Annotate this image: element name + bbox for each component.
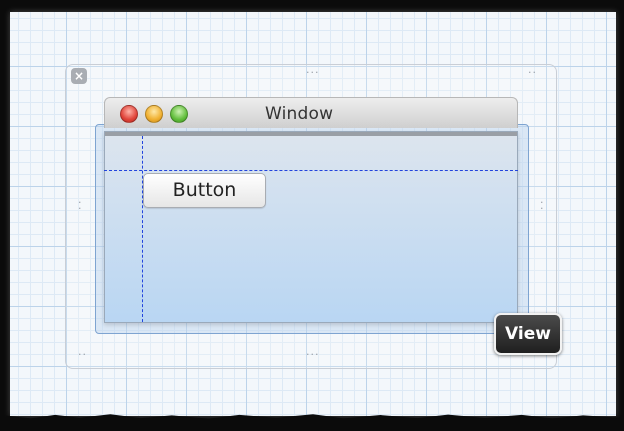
view-badge[interactable]: View	[494, 313, 562, 355]
resize-handle-icon[interactable]: ··	[528, 67, 537, 78]
close-window-icon[interactable]	[120, 105, 138, 123]
resize-handle-icon[interactable]: ··	[78, 349, 87, 360]
push-button[interactable]: Button	[143, 173, 266, 208]
alignment-guide-horizontal	[104, 170, 518, 171]
window-title-bar[interactable]: Window	[104, 97, 518, 128]
window-content-divider	[105, 132, 517, 136]
resize-handle-icon[interactable]: ···	[306, 349, 320, 360]
resize-handle-icon[interactable]: ··	[540, 197, 545, 214]
minimize-window-icon[interactable]	[145, 105, 163, 123]
zoom-window-icon[interactable]	[170, 105, 188, 123]
window-title: Window	[265, 104, 334, 124]
window-content-view[interactable]	[104, 131, 518, 323]
resize-handle-icon[interactable]: ··	[78, 197, 83, 214]
resize-handle-icon[interactable]: ···	[306, 67, 320, 78]
alignment-guide-vertical	[142, 136, 143, 322]
close-icon[interactable]: ×	[71, 68, 87, 84]
